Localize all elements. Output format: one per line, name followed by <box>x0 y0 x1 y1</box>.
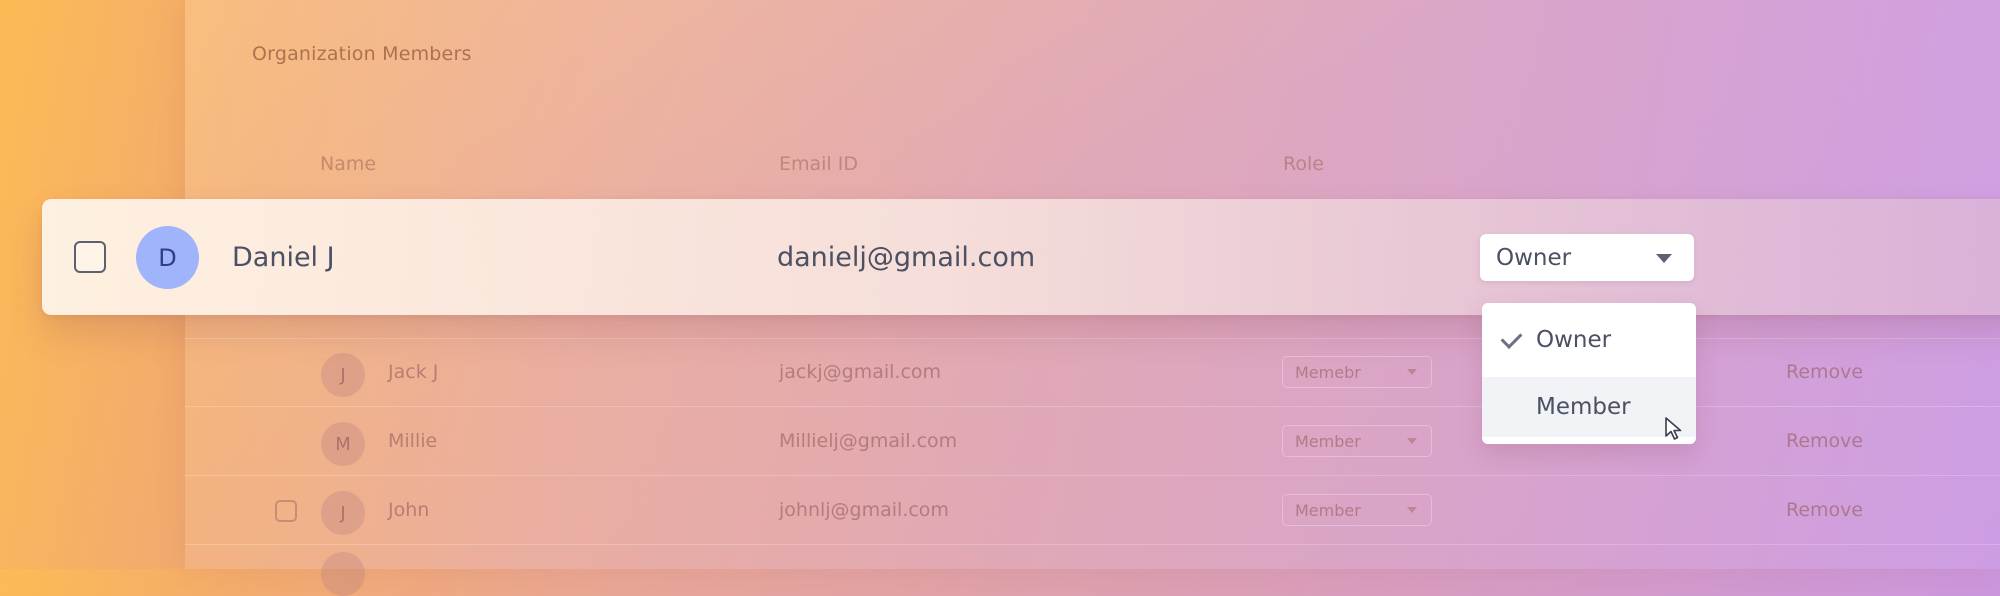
avatar: J <box>321 491 365 535</box>
member-name: Millie <box>388 430 438 452</box>
focused-member-row[interactable]: D Daniel J danielj@gmail.com <box>42 199 2000 315</box>
menu-item-label: Member <box>1536 394 1631 420</box>
remove-button[interactable]: Remove <box>1786 407 1863 475</box>
column-header-role: Role <box>1283 153 1324 175</box>
table-row[interactable]: J John johnlj@gmail.com Member Remove <box>185 476 2000 545</box>
member-name: Jack J <box>388 361 439 383</box>
member-email: johnlj@gmail.com <box>779 499 949 521</box>
cursor-icon <box>1665 417 1682 440</box>
role-select[interactable]: Member <box>1282 494 1432 526</box>
role-select-value: Member <box>1295 431 1361 451</box>
table-row[interactable]: J Jack J jackj@gmail.com Memebr Remove <box>185 338 2000 407</box>
member-email: Millielj@gmail.com <box>779 430 958 452</box>
chevron-down-icon <box>1407 438 1417 444</box>
member-name: John <box>388 499 430 521</box>
row-checkbox[interactable] <box>275 500 297 522</box>
avatar: M <box>321 422 365 466</box>
role-select-value: Member <box>1295 500 1361 520</box>
member-email: danielj@gmail.com <box>777 241 1036 273</box>
column-header-email: Email ID <box>779 153 858 175</box>
check-icon <box>1500 327 1523 349</box>
role-select-value: Memebr <box>1295 362 1361 382</box>
remove-button[interactable]: Remove <box>1786 338 1863 406</box>
menu-item-label: Owner <box>1536 327 1612 353</box>
menu-item-owner[interactable]: Owner <box>1482 310 1696 370</box>
chevron-down-icon <box>1407 369 1417 375</box>
chevron-down-icon <box>1407 507 1417 513</box>
role-select-value: Owner <box>1496 244 1572 271</box>
avatar: J <box>321 353 365 397</box>
avatar <box>321 552 365 596</box>
role-select[interactable]: Member <box>1282 425 1432 457</box>
role-select[interactable]: Memebr <box>1282 356 1432 388</box>
column-header-name: Name <box>320 153 377 175</box>
member-email: jackj@gmail.com <box>779 361 942 383</box>
avatar: D <box>136 226 199 289</box>
member-name: Daniel J <box>232 241 335 273</box>
table-row[interactable]: M Millie Millielj@gmail.com Member Remov… <box>185 407 2000 476</box>
chevron-down-icon <box>1656 254 1672 263</box>
remove-button[interactable]: Remove <box>1786 476 1863 544</box>
role-select[interactable]: Owner <box>1480 234 1694 281</box>
page-title: Organization Members <box>252 43 472 65</box>
row-checkbox[interactable] <box>74 241 106 273</box>
